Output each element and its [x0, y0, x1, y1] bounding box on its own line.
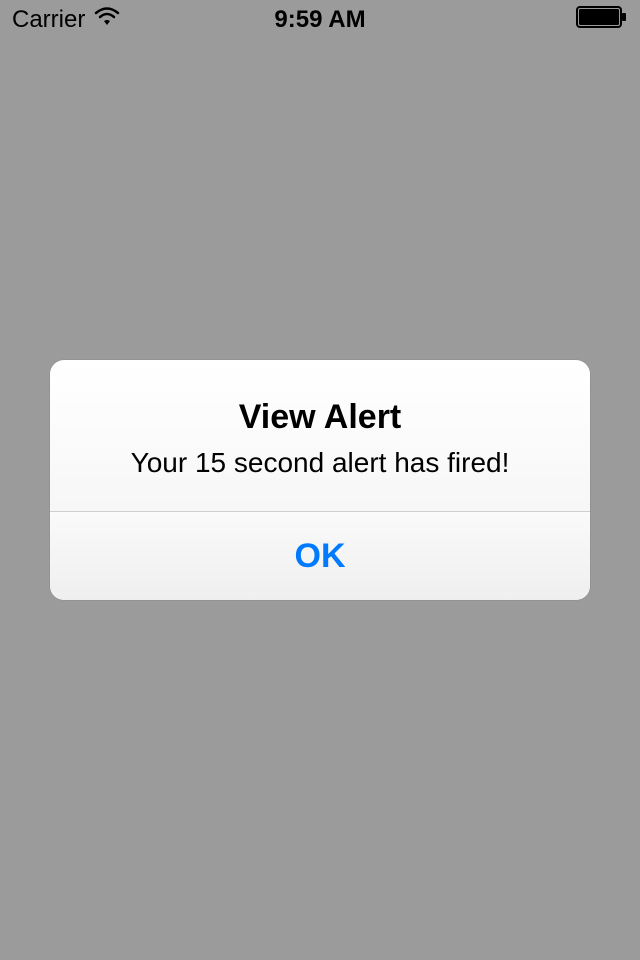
alert-title: View Alert [80, 398, 560, 437]
alert-message: Your 15 second alert has fired! [80, 447, 560, 479]
alert-body: View Alert Your 15 second alert has fire… [50, 360, 590, 511]
alert-dialog: View Alert Your 15 second alert has fire… [50, 360, 590, 600]
ok-button[interactable]: OK [50, 512, 590, 600]
